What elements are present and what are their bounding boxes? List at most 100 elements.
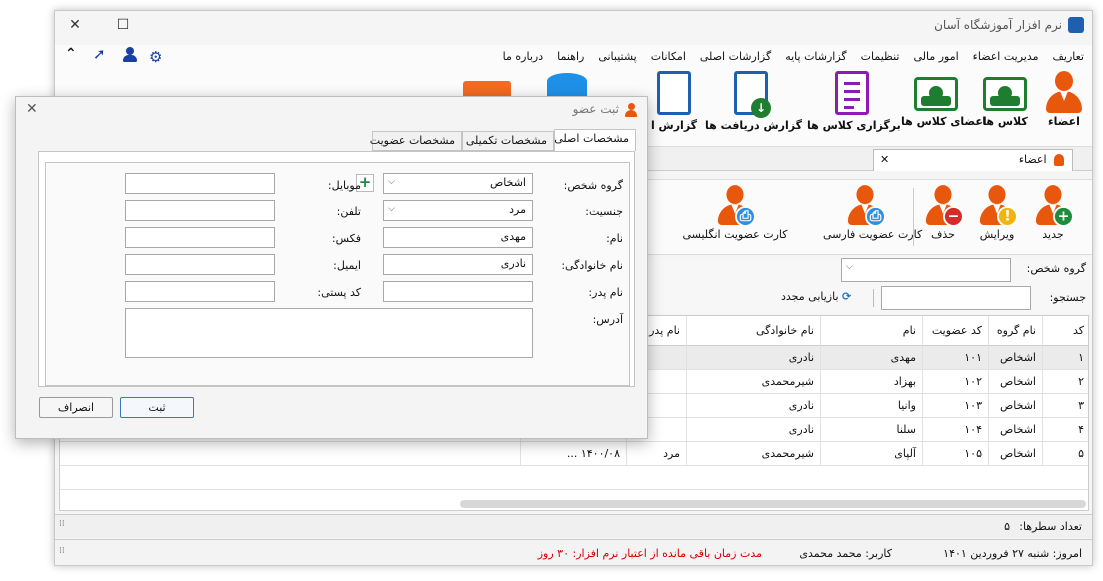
cell: وانیا xyxy=(820,394,922,418)
menu-item[interactable]: امور مالی xyxy=(913,50,958,63)
button-label: کارت عضویت انگلیسی xyxy=(682,228,788,241)
empty-row xyxy=(60,466,1088,490)
save-button[interactable]: ثبت xyxy=(120,397,194,418)
header-cell[interactable]: کد عضویت xyxy=(922,316,988,346)
group-value: اشخاص xyxy=(489,176,526,189)
name-input[interactable]: مهدی xyxy=(383,227,533,248)
gender-label: جنسیت: xyxy=(585,205,623,218)
gear-icon[interactable]: ⚙ xyxy=(149,48,162,66)
cell: اشخاص xyxy=(988,442,1042,466)
header-cell[interactable]: نام خانوادگی xyxy=(686,316,820,346)
app-title: نرم افزار آموزشگاه آسان xyxy=(934,18,1062,32)
ribbon-report[interactable]: گزارش ا xyxy=(649,71,699,132)
person-edit-icon: ! xyxy=(978,185,1018,227)
table-row[interactable]: ۵ اشخاص ۱۰۵ آلپای شیرمحمدی مرد ۱۴۰۰/۰۸ .… xyxy=(60,442,1088,466)
header-cell[interactable]: کد xyxy=(1042,316,1088,346)
row-count-label: تعداد سطرها: xyxy=(1019,520,1082,533)
menu-item[interactable]: تعاریف xyxy=(1053,50,1084,63)
cell: ۱۰۵ xyxy=(922,442,988,466)
email-input[interactable] xyxy=(125,254,275,275)
ribbon-members[interactable]: اعضاء xyxy=(1041,71,1087,128)
mobile-input[interactable] xyxy=(125,173,275,194)
cell: ۴ xyxy=(1042,418,1088,442)
tab-main-info[interactable]: مشخصات اصلی xyxy=(554,129,636,151)
close-icon[interactable]: ✕ xyxy=(65,17,85,33)
app-logo-icon xyxy=(1068,17,1084,33)
person-icon xyxy=(1044,71,1084,115)
cell: بهزاد xyxy=(820,370,922,394)
horizontal-scrollbar[interactable] xyxy=(460,500,1086,508)
gender-select[interactable]: مرد ⌵ xyxy=(383,200,533,221)
tab-members[interactable]: اعضاء ✕ xyxy=(873,149,1073,171)
menu-item[interactable]: تنظیمات xyxy=(861,50,900,63)
status-bar: امروز: شنبه ۲۷ فروردین ۱۴۰۱ کاربر: محمد … xyxy=(55,539,1092,565)
maximize-icon[interactable]: ☐ xyxy=(113,17,133,33)
tab-membership-info[interactable]: مشخصات عضویت xyxy=(370,131,462,151)
reload-button[interactable]: ⟳ بازیابی مجدد xyxy=(781,290,851,303)
cell: ۱۰۱ xyxy=(922,346,988,370)
new-button[interactable]: + جدید xyxy=(1023,184,1083,241)
ribbon-label: گزارش ا xyxy=(650,119,698,132)
arrow-up-right-icon[interactable]: ➚ xyxy=(93,45,106,63)
dialog-title: ثبت عضو xyxy=(572,102,619,116)
father-label: نام پدر: xyxy=(588,286,623,299)
register-member-dialog: ثبت عضو ✕ مشخصات اصلی مشخصات تکمیلی مشخص… xyxy=(15,96,648,439)
cell: ۱ xyxy=(1042,346,1088,370)
ribbon-label: اعضای کلاس ها xyxy=(901,115,987,128)
delete-button[interactable]: − حذف xyxy=(917,184,969,241)
group-label: گروه شخص: xyxy=(563,179,623,192)
group-select[interactable]: اشخاص ⌵ xyxy=(383,173,533,194)
menu-item[interactable]: مدیریت اعضاء xyxy=(973,50,1039,63)
cancel-button[interactable]: انصراف xyxy=(39,397,113,418)
header-cell[interactable]: نام گروه xyxy=(988,316,1042,346)
ribbon-receipts-report[interactable]: ↓ گزارش دریافت ها xyxy=(705,71,803,132)
postal-input[interactable] xyxy=(125,281,275,302)
ribbon-hold-classes[interactable]: برگزاری کلاس ها xyxy=(807,71,901,132)
cell: ۱۰۴ xyxy=(922,418,988,442)
postal-label: کد پستی: xyxy=(317,286,361,299)
cell: اشخاص xyxy=(988,394,1042,418)
dialog-person-icon xyxy=(625,103,637,117)
card-en-button[interactable]: ⎙ کارت عضویت انگلیسی xyxy=(675,184,795,241)
person-print-icon: ⎙ xyxy=(846,185,886,227)
search-input[interactable] xyxy=(881,286,1031,310)
close-tab-icon[interactable]: ✕ xyxy=(880,150,889,170)
class-members-icon xyxy=(914,77,958,111)
header-cell[interactable]: نام xyxy=(820,316,922,346)
chevron-up-icon[interactable]: ⌃ xyxy=(65,46,77,62)
ribbon-label: گزارش دریافت ها xyxy=(705,119,803,132)
phone-input[interactable] xyxy=(125,200,275,221)
edit-button[interactable]: ! ویرایش xyxy=(969,184,1025,241)
menu-item[interactable]: پشتیبانی xyxy=(598,50,636,63)
menu-item[interactable]: درباره ما xyxy=(503,50,543,63)
user-icon[interactable] xyxy=(123,47,137,63)
address-textarea[interactable] xyxy=(125,308,533,358)
report-icon xyxy=(657,71,691,115)
father-input[interactable] xyxy=(383,281,533,302)
ribbon-class-members[interactable]: اعضای کلاس ها xyxy=(901,71,987,128)
card-fa-button[interactable]: ⎙ کارت عضویت فارسی xyxy=(823,184,922,241)
menu-item[interactable]: امکانات xyxy=(651,50,686,63)
tab-extra-info[interactable]: مشخصات تکمیلی xyxy=(462,131,554,151)
menu-bar: تعاریف مدیریت اعضاء امور مالی تنظیمات گز… xyxy=(55,45,1092,67)
fax-label: فکس: xyxy=(331,232,361,245)
ribbon-label: برگزاری کلاس ها xyxy=(807,119,901,132)
menu-item[interactable]: گزارشات اصلی xyxy=(700,50,771,63)
cell: ۲ xyxy=(1042,370,1088,394)
close-icon[interactable]: ✕ xyxy=(26,101,38,117)
cell: اشخاص xyxy=(988,346,1042,370)
dialog-tabs: مشخصات اصلی مشخصات تکمیلی مشخصات عضویت xyxy=(36,129,636,151)
cell: سلنا xyxy=(820,418,922,442)
document-icon xyxy=(835,71,869,115)
address-label: آدرس: xyxy=(592,313,623,326)
group-combo[interactable]: ⌵ xyxy=(841,258,1011,282)
fax-input[interactable] xyxy=(125,227,275,248)
ribbon-label: اعضاء xyxy=(1048,115,1080,128)
form-area: گروه شخص: اشخاص ⌵ + جنسیت: مرد ⌵ نام: مهدی… xyxy=(45,162,630,386)
menu-item[interactable]: گزارشات پایه xyxy=(785,50,846,63)
group-label: گروه شخص: xyxy=(1026,262,1086,275)
family-input[interactable]: نادری xyxy=(383,254,533,275)
row-count-value: ۵ xyxy=(1004,520,1010,533)
menu-item[interactable]: راهنما xyxy=(557,50,584,63)
person-print-icon: ⎙ xyxy=(716,185,756,227)
